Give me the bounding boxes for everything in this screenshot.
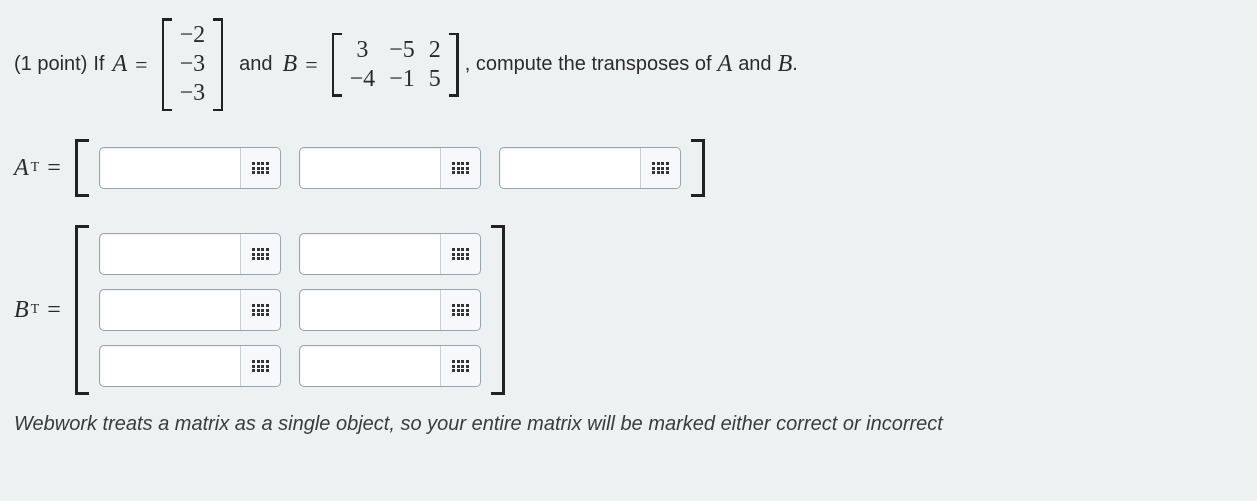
var-B: B	[283, 51, 298, 78]
matrix-B-cell: 2	[429, 37, 441, 64]
keypad-button[interactable]	[440, 290, 480, 330]
AT-answer-matrix	[75, 139, 705, 197]
matrix-A-cell: −3	[180, 51, 206, 78]
keypad-button[interactable]	[240, 148, 280, 188]
problem-statement: (1 point) If A = −2 −3 −3 and B = 3 −5	[14, 18, 1243, 111]
bracket-right-icon	[491, 225, 505, 395]
keypad-icon	[252, 162, 269, 174]
keypad-icon	[452, 248, 469, 260]
matrix-B-cell: −4	[350, 66, 376, 93]
BT-input-1-2[interactable]	[300, 234, 440, 274]
BT-input-cell	[299, 289, 481, 331]
BT-input-cell	[99, 289, 281, 331]
matrix-B-cell: 3	[356, 37, 368, 64]
BT-input-3-2[interactable]	[300, 346, 440, 386]
matrix-A: −2 −3 −3	[162, 18, 224, 111]
bracket-right-icon	[449, 33, 459, 97]
AT-input-cell	[99, 147, 281, 189]
keypad-icon	[652, 162, 669, 174]
footer-note: Webwork treats a matrix as a single obje…	[14, 413, 1243, 436]
answer-BT-row: BT =	[14, 225, 1243, 395]
and-text: and	[239, 53, 272, 76]
instruction-and: and	[738, 53, 771, 76]
keypad-icon	[452, 162, 469, 174]
keypad-button[interactable]	[440, 234, 480, 274]
bracket-left-icon	[162, 18, 172, 111]
matrix-B-cell: 5	[429, 66, 441, 93]
keypad-icon	[252, 248, 269, 260]
keypad-icon	[452, 360, 469, 372]
BT-base: B	[14, 297, 29, 324]
equals-1: =	[135, 52, 147, 78]
BT-answer-matrix	[75, 225, 505, 395]
AT-input-1[interactable]	[100, 148, 240, 188]
matrix-A-cell: −2	[180, 22, 206, 49]
BT-label: BT =	[14, 297, 69, 324]
BT-input-2-1[interactable]	[100, 290, 240, 330]
instruction-tail: , compute the transposes of	[465, 53, 712, 76]
transpose-superscript: T	[31, 160, 40, 176]
AT-input-3[interactable]	[500, 148, 640, 188]
bracket-left-icon	[75, 139, 89, 197]
var-A-2: A	[718, 51, 733, 78]
equals-2: =	[305, 52, 317, 78]
matrix-B-cell: −5	[389, 37, 415, 64]
var-B-2: B	[778, 51, 793, 78]
BT-input-2-2[interactable]	[300, 290, 440, 330]
problem-page: (1 point) If A = −2 −3 −3 and B = 3 −5	[0, 0, 1257, 436]
AT-input-2[interactable]	[300, 148, 440, 188]
equals-BT: =	[47, 297, 61, 324]
keypad-button[interactable]	[240, 290, 280, 330]
bracket-left-icon	[75, 225, 89, 395]
keypad-button[interactable]	[240, 346, 280, 386]
BT-input-cell	[99, 345, 281, 387]
keypad-icon	[452, 304, 469, 316]
matrix-B: 3 −5 2 −4 −1 5	[332, 33, 459, 97]
equals-AT: =	[47, 155, 61, 182]
keypad-button[interactable]	[440, 346, 480, 386]
keypad-button[interactable]	[440, 148, 480, 188]
keypad-button[interactable]	[240, 234, 280, 274]
BT-input-cell	[299, 233, 481, 275]
AT-input-cell	[299, 147, 481, 189]
BT-input-3-1[interactable]	[100, 346, 240, 386]
matrix-A-cell: −3	[180, 80, 206, 107]
var-A: A	[113, 51, 128, 78]
AT-input-cell	[499, 147, 681, 189]
keypad-icon	[252, 360, 269, 372]
points-label: (1 point)	[14, 53, 87, 76]
bracket-right-icon	[213, 18, 223, 111]
keypad-icon	[252, 304, 269, 316]
BT-input-1-1[interactable]	[100, 234, 240, 274]
period: .	[792, 53, 798, 76]
bracket-right-icon	[691, 139, 705, 197]
answer-AT-row: AT =	[14, 139, 1243, 197]
keypad-button[interactable]	[640, 148, 680, 188]
matrix-B-cell: −1	[389, 66, 415, 93]
if-text: If	[93, 53, 104, 76]
BT-input-cell	[99, 233, 281, 275]
bracket-left-icon	[332, 33, 342, 97]
transpose-superscript: T	[31, 302, 40, 318]
AT-label: AT =	[14, 155, 69, 182]
AT-base: A	[14, 155, 29, 182]
BT-input-cell	[299, 345, 481, 387]
